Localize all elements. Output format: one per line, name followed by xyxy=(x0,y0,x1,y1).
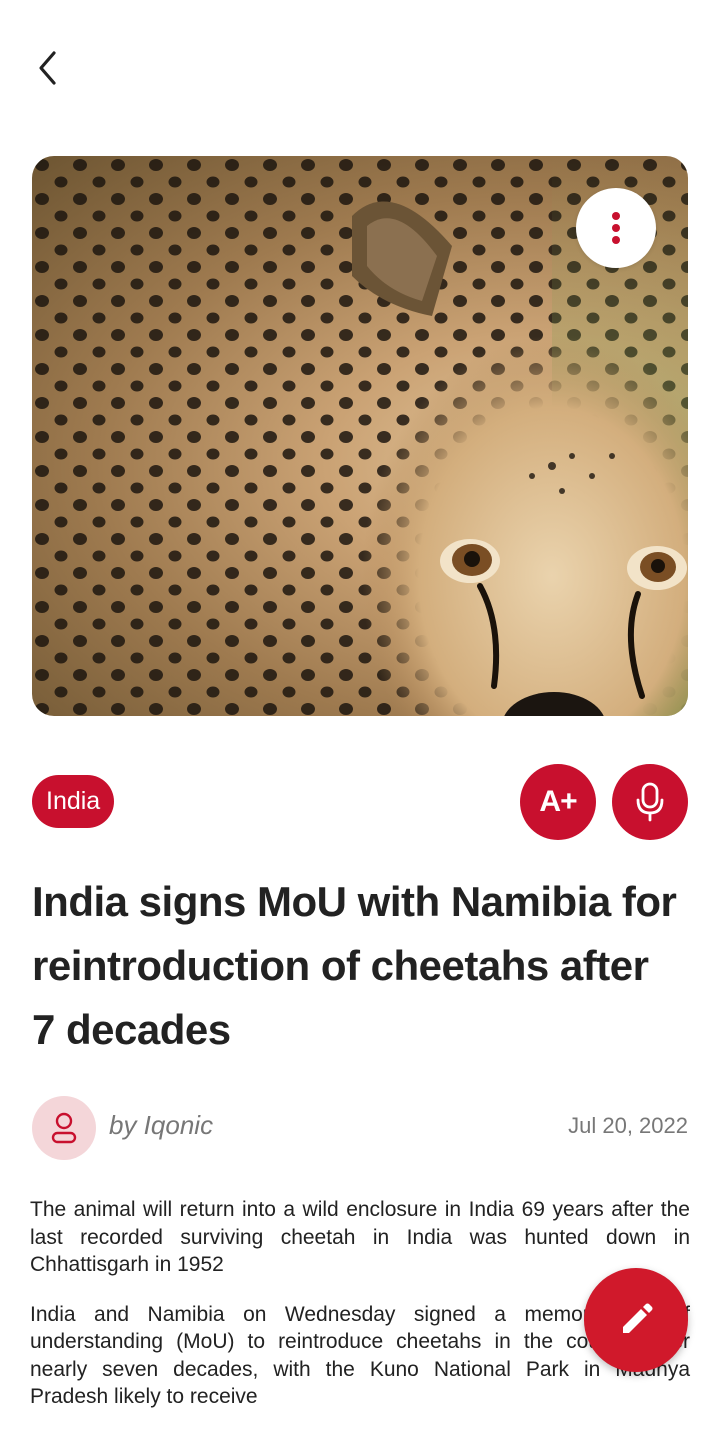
publish-date: Jul 20, 2022 xyxy=(568,1113,688,1138)
edit-fab-button[interactable] xyxy=(584,1268,688,1372)
author-avatar xyxy=(32,1096,96,1160)
microphone-icon xyxy=(636,782,664,822)
more-vertical-icon xyxy=(612,212,620,244)
paragraph: The animal will return into a wild enclo… xyxy=(30,1198,690,1276)
category-chip[interactable]: India xyxy=(32,775,115,828)
chevron-left-icon xyxy=(39,51,56,85)
author-name: by Iqonic xyxy=(109,1110,214,1140)
font-size-button[interactable]: A+ xyxy=(520,764,596,840)
more-options-button[interactable] xyxy=(576,188,656,268)
back-button[interactable] xyxy=(28,46,68,90)
pencil-icon xyxy=(623,1303,653,1333)
article-title: India signs MoU with Namibia for reintro… xyxy=(32,878,677,1053)
text-to-speech-button[interactable] xyxy=(612,764,688,840)
user-icon xyxy=(51,1112,77,1144)
